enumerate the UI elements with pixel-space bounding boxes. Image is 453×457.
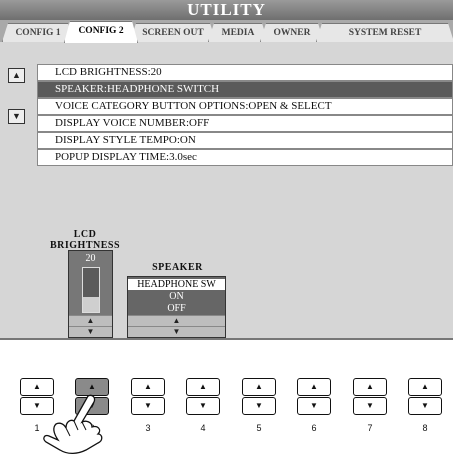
tab-media[interactable]: MEDIA xyxy=(208,23,268,42)
speaker-option-headphone-sw[interactable]: HEADPHONE SW xyxy=(128,279,225,290)
up-arrow-icon: ▲ xyxy=(12,70,21,80)
speaker-selector[interactable]: HEADPHONE SW ON OFF ▲ ▼ xyxy=(127,276,226,338)
panel-button-number: 6 xyxy=(311,423,317,433)
panel-button-5-down[interactable]: ▼ xyxy=(242,397,276,415)
panel-button-number: 4 xyxy=(200,423,206,433)
tab-owner[interactable]: OWNER xyxy=(260,23,324,42)
panel-button-3-down[interactable]: ▼ xyxy=(131,397,165,415)
panel-button-6-up[interactable]: ▲ xyxy=(297,378,331,396)
down-arrow-icon: ▼ xyxy=(12,111,21,121)
scroll-up-button[interactable]: ▲ xyxy=(8,68,25,83)
panel-button-7: ▲ ▼ xyxy=(353,378,387,416)
panel-button-8: ▲ ▼ xyxy=(408,378,442,416)
panel-button-5-up[interactable]: ▲ xyxy=(242,378,276,396)
panel-button-number: 5 xyxy=(256,423,262,433)
panel-button-6-down[interactable]: ▼ xyxy=(297,397,331,415)
lcd-brightness-value: 20 xyxy=(85,253,96,264)
panel-button-number: 8 xyxy=(422,423,428,433)
panel-button-7-down[interactable]: ▼ xyxy=(353,397,387,415)
speaker-up-button[interactable]: ▲ xyxy=(128,315,225,326)
panel-button-number: 7 xyxy=(367,423,373,433)
lcd-down-button[interactable]: ▼ xyxy=(69,326,112,337)
lcd-up-button[interactable]: ▲ xyxy=(69,315,112,326)
panel-button-3-up[interactable]: ▲ xyxy=(131,378,165,396)
speaker-option-off[interactable]: OFF xyxy=(128,303,225,314)
hand-outline xyxy=(43,394,103,455)
panel-button-4-up[interactable]: ▲ xyxy=(186,378,220,396)
window-title: UTILITY xyxy=(0,0,453,20)
panel-button-number: 3 xyxy=(145,423,151,433)
panel-button-6: ▲ ▼ xyxy=(297,378,331,416)
list-item-popup-display-time[interactable]: POPUP DISPLAY TIME:3.0sec xyxy=(37,149,453,166)
tab-screen-out[interactable]: SCREEN OUT xyxy=(130,23,216,42)
lcd-label-line-1: LCD xyxy=(73,229,97,240)
list-item-label: VOICE CATEGORY BUTTON OPTIONS:OPEN & SEL… xyxy=(55,100,332,112)
list-item-lcd-brightness[interactable]: LCD BRIGHTNESS:20 xyxy=(37,64,453,81)
list-item-label: DISPLAY VOICE NUMBER:OFF xyxy=(55,117,210,129)
speaker-label: SPEAKER xyxy=(152,262,203,273)
list-item-label: POPUP DISPLAY TIME:3.0sec xyxy=(55,151,197,163)
list-item-voice-category[interactable]: VOICE CATEGORY BUTTON OPTIONS:OPEN & SEL… xyxy=(37,98,453,115)
panel-button-5: ▲ ▼ xyxy=(242,378,276,416)
speaker-down-button[interactable]: ▼ xyxy=(128,326,225,337)
panel-button-7-up[interactable]: ▲ xyxy=(353,378,387,396)
lcd-brightness-label: LCD BRIGHTNESS xyxy=(40,229,130,251)
panel-button-8-down[interactable]: ▼ xyxy=(408,397,442,415)
lcd-brightness-control[interactable]: 20 ▲ ▼ xyxy=(68,250,113,338)
list-item-speaker[interactable]: SPEAKER:HEADPHONE SWITCH xyxy=(37,81,453,98)
list-item-display-style-tempo[interactable]: DISPLAY STYLE TEMPO:ON xyxy=(37,132,453,149)
list-item-label: LCD BRIGHTNESS:20 xyxy=(55,66,162,78)
list-item-label: DISPLAY STYLE TEMPO:ON xyxy=(55,134,196,146)
lcd-brightness-slider[interactable] xyxy=(82,267,100,313)
tab-config-2[interactable]: CONFIG 2 xyxy=(64,21,138,43)
tab-system-reset[interactable]: SYSTEM RESET xyxy=(316,23,453,42)
lcd-screen: UTILITY CONFIG 1 CONFIG 2 SCREEN OUT MED… xyxy=(0,0,453,340)
panel-button-4: ▲ ▼ xyxy=(186,378,220,416)
tab-config-1[interactable]: CONFIG 1 xyxy=(2,23,74,42)
list-item-label: SPEAKER:HEADPHONE SWITCH xyxy=(55,83,220,95)
panel-button-4-down[interactable]: ▼ xyxy=(186,397,220,415)
panel-button-8-up[interactable]: ▲ xyxy=(408,378,442,396)
panel-button-3: ▲ ▼ xyxy=(131,378,165,416)
list-item-display-voice-number[interactable]: DISPLAY VOICE NUMBER:OFF xyxy=(37,115,453,132)
speaker-option-on[interactable]: ON xyxy=(128,291,225,302)
tab-bar: CONFIG 1 CONFIG 2 SCREEN OUT MEDIA OWNER… xyxy=(0,20,453,42)
pointing-hand-icon xyxy=(43,394,103,455)
scroll-down-button[interactable]: ▼ xyxy=(8,109,25,124)
lcd-brightness-fill xyxy=(83,296,99,312)
